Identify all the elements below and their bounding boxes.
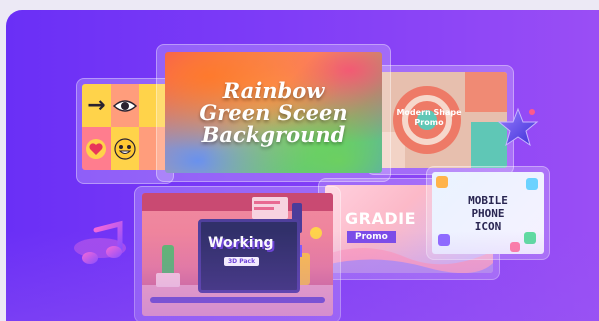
mobile-card[interactable]: MOBILE PHONE ICON xyxy=(432,172,544,254)
mobile-card-frame: MOBILE PHONE ICON xyxy=(426,166,550,260)
heart-icon xyxy=(82,127,111,170)
music-note-icon xyxy=(68,220,138,274)
rainbow-title: Rainbow Green Sceen Background xyxy=(199,77,348,147)
mobile-title: MOBILE PHONE ICON xyxy=(468,194,508,233)
monitor xyxy=(198,219,300,293)
rainbow-card-frame: Rainbow Green Sceen Background xyxy=(156,44,391,182)
working-card[interactable]: Working 3D Pack xyxy=(142,193,333,316)
gradient-title: GRADIE xyxy=(345,209,416,228)
star-icon xyxy=(496,106,540,154)
working-subtitle: 3D Pack xyxy=(224,257,260,266)
gradient-promo-badge: Promo xyxy=(347,231,396,243)
modern-shape-card[interactable]: Modern Shape Promo xyxy=(375,72,507,168)
arrow-right-icon: → xyxy=(82,84,111,127)
modern-shape-title: Modern Shape Promo xyxy=(396,108,462,127)
grinning-face-icon xyxy=(110,127,140,170)
rainbow-card[interactable]: Rainbow Green Sceen Background xyxy=(165,52,382,173)
hero-banner: → Modern Shape Promo Rainbow Green Sceen… xyxy=(6,10,599,321)
working-title: Working xyxy=(208,235,274,251)
eye-icon xyxy=(110,84,140,127)
working-card-frame: Working 3D Pack xyxy=(134,186,341,321)
